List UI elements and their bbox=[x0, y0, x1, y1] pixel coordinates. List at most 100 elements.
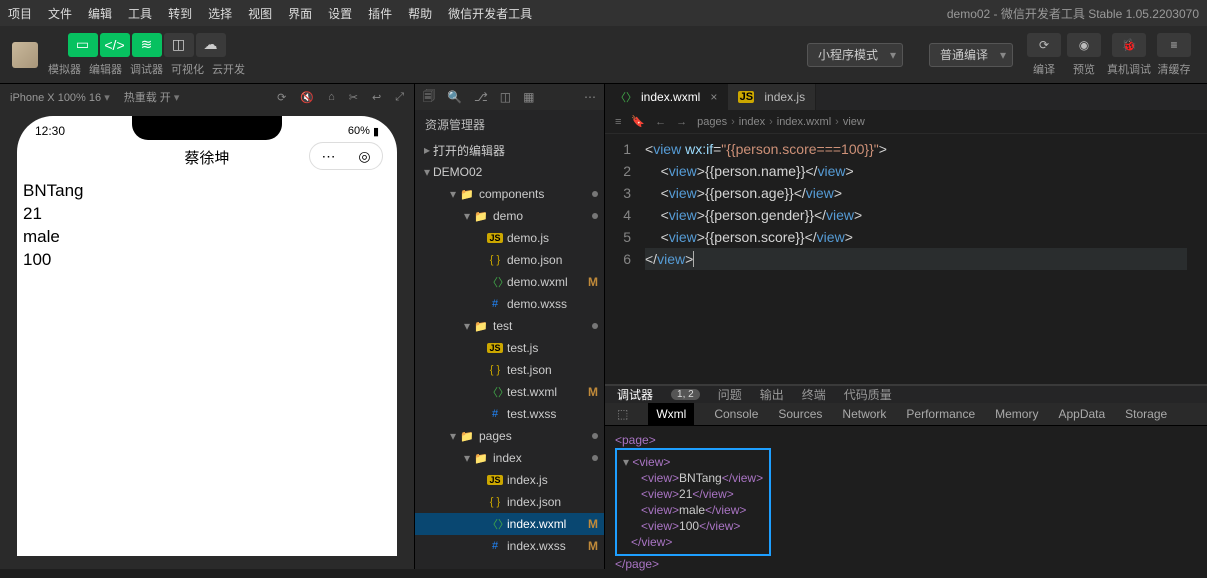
tree-item[interactable]: ▾📁components bbox=[415, 183, 604, 205]
tree-item[interactable]: ▾📁index bbox=[415, 447, 604, 469]
menu-item[interactable]: 帮助 bbox=[408, 7, 432, 21]
lbl-dbg: 调试器 bbox=[130, 61, 163, 77]
menu-item[interactable]: 设置 bbox=[328, 7, 352, 21]
tree-item[interactable]: ▾📁demo bbox=[415, 205, 604, 227]
visual-button[interactable]: ◫ bbox=[164, 33, 194, 57]
devtools-tab[interactable]: Performance bbox=[906, 407, 975, 421]
editor-button[interactable]: </> bbox=[100, 33, 130, 57]
lbl-vis: 可视化 bbox=[171, 61, 204, 77]
bookmark-icon[interactable]: 🔖 bbox=[631, 115, 645, 128]
editor-tab[interactable]: JSindex.js bbox=[728, 84, 816, 110]
list-icon[interactable]: ≡ bbox=[615, 116, 621, 128]
tree-item[interactable]: { }index.json bbox=[415, 491, 604, 513]
menu-item[interactable]: 微信开发者工具 bbox=[448, 7, 532, 21]
crumb-item[interactable]: view bbox=[831, 116, 865, 128]
compile-select[interactable]: 普通编译 bbox=[929, 43, 1013, 67]
tree-item[interactable]: JSindex.js bbox=[415, 469, 604, 491]
code-editor[interactable]: 123456 <view wx:if="{{person.score===100… bbox=[605, 134, 1207, 384]
menu-item[interactable]: 视图 bbox=[248, 7, 272, 21]
section-open-editors[interactable]: ▸打开的编辑器 bbox=[415, 139, 604, 161]
more-icon[interactable]: ⋯ bbox=[584, 90, 596, 104]
minimap[interactable] bbox=[1187, 134, 1207, 384]
preview-button[interactable]: ◉ bbox=[1067, 33, 1101, 57]
dbg-tab[interactable]: 1, 2 bbox=[671, 389, 700, 400]
search-icon[interactable]: 🔍 bbox=[447, 90, 462, 104]
editor-tab[interactable]: 〈〉index.wxml× bbox=[605, 84, 728, 110]
dbg-tab[interactable]: 问题 bbox=[718, 386, 742, 403]
tree-item[interactable]: #test.wxss bbox=[415, 403, 604, 425]
capsule[interactable]: ⋯◎ bbox=[309, 142, 383, 170]
tree-item[interactable]: ▾📁pages bbox=[415, 425, 604, 447]
devtools-tab[interactable]: Console bbox=[714, 407, 758, 421]
tree-item[interactable]: #index.wxssM bbox=[415, 535, 604, 557]
mode-select[interactable]: 小程序模式 bbox=[807, 43, 903, 67]
simulator-button[interactable]: ▭ bbox=[68, 33, 98, 57]
dbg-tab[interactable]: 终端 bbox=[802, 386, 826, 403]
section-project[interactable]: ▾DEMO02 bbox=[415, 161, 604, 183]
menu-item[interactable]: 工具 bbox=[128, 7, 152, 21]
menu-item[interactable]: 界面 bbox=[288, 7, 312, 21]
menu-item[interactable]: 插件 bbox=[368, 7, 392, 21]
mute-icon[interactable]: 🔇 bbox=[300, 91, 314, 104]
wxml-inspector[interactable]: <page> ▾ <view> <view>BNTang</view><view… bbox=[605, 426, 1207, 578]
menu-item[interactable]: 转到 bbox=[168, 7, 192, 21]
tree-item[interactable]: JSdemo.js bbox=[415, 227, 604, 249]
menu-item[interactable]: 选择 bbox=[208, 7, 232, 21]
tree-item[interactable]: #demo.wxss bbox=[415, 293, 604, 315]
remote-debug-button[interactable]: 🐞 bbox=[1112, 33, 1146, 57]
inspector-node[interactable]: <view>male</view> bbox=[641, 502, 763, 518]
refresh-icon[interactable]: ⟳ bbox=[277, 91, 286, 104]
crumb-item[interactable]: pages bbox=[697, 116, 727, 128]
tree-item[interactable]: 〈〉demo.wxmlM bbox=[415, 271, 604, 293]
inspect-icon[interactable]: ⬚ bbox=[617, 407, 628, 421]
tree-item[interactable]: { }demo.json bbox=[415, 249, 604, 271]
files-icon[interactable]: 🗐 bbox=[423, 87, 435, 108]
debugger-panel: 调试器 1, 2 问题 输出 终端 代码质量 ⬚ Wxml Console Sources Ne… bbox=[605, 384, 1207, 569]
toolbar-left-group: ▭ </> ≋ ◫ ☁ 模拟器 编辑器 调试器 可视化 云开发 bbox=[48, 33, 245, 77]
close-icon[interactable]: × bbox=[710, 90, 717, 104]
dbg-tab[interactable]: 调试器 bbox=[617, 386, 653, 403]
devtools-tab[interactable]: Network bbox=[842, 407, 886, 421]
dbg-tab[interactable]: 代码质量 bbox=[844, 386, 892, 403]
nav-back-icon[interactable]: ← bbox=[655, 116, 666, 128]
device-select[interactable]: iPhone X 100% 16 bbox=[10, 91, 110, 104]
cloud-button[interactable]: ☁ bbox=[196, 33, 226, 57]
hotreload-select[interactable]: 热重载 开 bbox=[124, 89, 180, 105]
inspector-node[interactable]: <view>100</view> bbox=[641, 518, 763, 534]
tree-item[interactable]: 〈〉index.wxmlM bbox=[415, 513, 604, 535]
tree-item[interactable]: JStest.js bbox=[415, 337, 604, 359]
clear-cache-button[interactable]: ≡ bbox=[1157, 33, 1191, 57]
ext-icon[interactable]: ▦ bbox=[523, 90, 534, 104]
menu-item[interactable]: 文件 bbox=[48, 7, 72, 21]
capsule-menu-icon[interactable]: ⋯ bbox=[321, 148, 335, 165]
dbg-tab[interactable]: 输出 bbox=[760, 386, 784, 403]
devtools-tab[interactable]: Storage bbox=[1125, 407, 1167, 421]
phone-notch bbox=[132, 116, 282, 140]
compile-button[interactable]: ⟳ bbox=[1027, 33, 1061, 57]
branch-icon[interactable]: ⎇ bbox=[474, 90, 488, 104]
tree-item[interactable]: { }test.json bbox=[415, 359, 604, 381]
crumb-item[interactable]: index.wxml bbox=[765, 116, 831, 128]
tree-item[interactable]: 〈〉test.wxmlM bbox=[415, 381, 604, 403]
nav-fwd-icon[interactable]: → bbox=[676, 116, 687, 128]
devtools-tab[interactable]: AppData bbox=[1058, 407, 1105, 421]
home-icon[interactable]: ⌂ bbox=[328, 91, 335, 104]
debugger-button[interactable]: ≋ bbox=[132, 33, 162, 57]
devtools-tab[interactable]: Sources bbox=[778, 407, 822, 421]
devtools-tab[interactable]: Memory bbox=[995, 407, 1038, 421]
box-icon[interactable]: ◫ bbox=[500, 90, 511, 104]
crumb-item[interactable]: index bbox=[727, 116, 765, 128]
inspector-node[interactable]: <view>21</view> bbox=[641, 486, 763, 502]
avatar[interactable] bbox=[12, 42, 38, 68]
lbl-cloud: 云开发 bbox=[212, 61, 245, 77]
inspector-node[interactable]: <view>BNTang</view> bbox=[641, 470, 763, 486]
content-line: male bbox=[23, 226, 391, 249]
back-icon[interactable]: ↩ bbox=[372, 91, 381, 104]
menu-item[interactable]: 编辑 bbox=[88, 7, 112, 21]
cut-icon[interactable]: ✂ bbox=[349, 91, 358, 104]
menu-item[interactable]: 项目 bbox=[8, 7, 32, 21]
expand-icon[interactable]: ⤢ bbox=[395, 91, 404, 104]
tree-item[interactable]: ▾📁test bbox=[415, 315, 604, 337]
devtools-tab[interactable]: Wxml bbox=[648, 403, 694, 425]
capsule-close-icon[interactable]: ◎ bbox=[358, 148, 370, 165]
